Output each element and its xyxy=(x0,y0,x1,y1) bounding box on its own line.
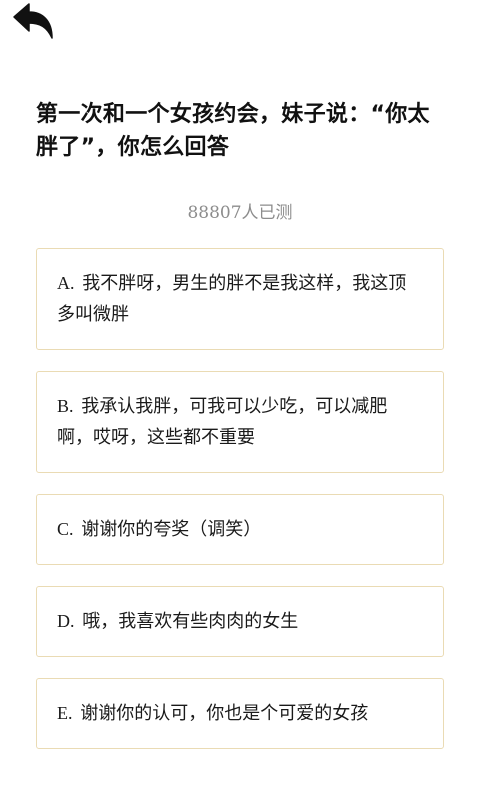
back-arrow-icon xyxy=(10,2,58,42)
question-title: 第一次和一个女孩约会，妹子说：“你太胖了”，你怎么回答 xyxy=(36,102,430,160)
option-text: 我不胖呀，男生的胖不是我这样，我这顶多叫微胖 xyxy=(57,273,407,325)
answer-options: A. 我不胖呀，男生的胖不是我这样，我这顶多叫微胖 B. 我承认我胖，可我可以少… xyxy=(36,248,444,770)
option-d[interactable]: D. 哦，我喜欢有些肉肉的女生 xyxy=(36,586,444,657)
option-text: 谢谢你的认可，你也是个可爱的女孩 xyxy=(80,703,369,724)
option-label: A. 我不胖呀，男生的胖不是我这样，我这顶多叫微胖 xyxy=(57,268,415,330)
participant-count: 88807人已测 xyxy=(187,203,293,223)
option-letter: B. xyxy=(57,396,74,416)
option-text: 我承认我胖，可我可以少吃，可以减肥啊，哎呀，这些都不重要 xyxy=(57,396,388,448)
option-label: D. 哦，我喜欢有些肉肉的女生 xyxy=(57,606,298,637)
option-label: B. 我承认我胖，可我可以少吃，可以减肥啊，哎呀，这些都不重要 xyxy=(57,391,415,453)
option-c[interactable]: C. 谢谢你的夸奖（调笑） xyxy=(36,494,444,565)
option-text: 哦，我喜欢有些肉肉的女生 xyxy=(82,611,299,632)
option-text: 谢谢你的夸奖（调笑） xyxy=(81,519,262,540)
option-a[interactable]: A. 我不胖呀，男生的胖不是我这样，我这顶多叫微胖 xyxy=(36,248,444,350)
back-button[interactable] xyxy=(10,2,58,42)
option-label: C. 谢谢你的夸奖（调笑） xyxy=(57,514,261,545)
option-letter: C. xyxy=(57,519,74,539)
option-letter: A. xyxy=(57,273,75,293)
option-e[interactable]: E. 谢谢你的认可，你也是个可爱的女孩 xyxy=(36,678,444,749)
option-letter: E. xyxy=(57,703,73,723)
option-label: E. 谢谢你的认可，你也是个可爱的女孩 xyxy=(57,698,368,729)
option-letter: D. xyxy=(57,611,75,631)
option-b[interactable]: B. 我承认我胖，可我可以少吃，可以减肥啊，哎呀，这些都不重要 xyxy=(36,371,444,473)
